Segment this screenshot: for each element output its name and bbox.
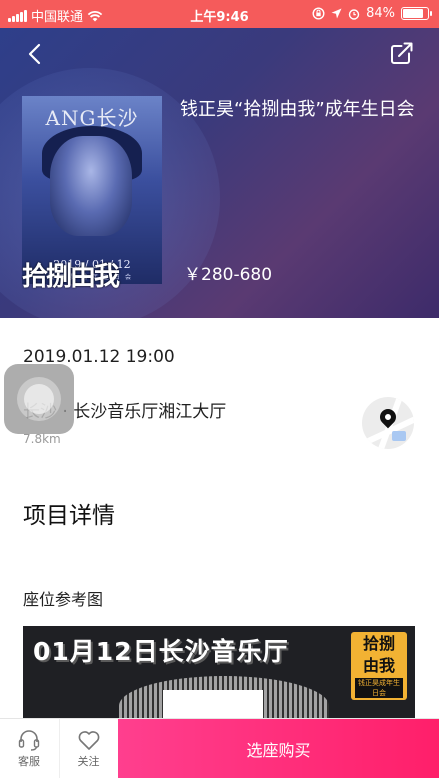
seat-map-logo-line2: 由我 bbox=[362, 656, 395, 675]
back-button[interactable] bbox=[20, 40, 48, 68]
alarm-icon bbox=[348, 8, 360, 20]
headset-icon bbox=[18, 730, 40, 751]
share-icon bbox=[391, 42, 413, 64]
battery-icon bbox=[401, 7, 432, 20]
battery-percent: 84% bbox=[366, 6, 395, 21]
share-button[interactable] bbox=[389, 40, 417, 68]
seat-map-image[interactable]: 01月12日长沙音乐厅 拾捌 由我 钱正昊成年生日会 bbox=[23, 626, 415, 726]
seat-map-logo: 拾捌 由我 钱正昊成年生日会 bbox=[351, 632, 407, 700]
venue-distance: 7.8km bbox=[23, 432, 61, 446]
status-bar: 中国联通 上午9:46 84% bbox=[0, 0, 439, 28]
seat-map-logo-line3: 钱正昊成年生日会 bbox=[355, 678, 403, 698]
select-seat-buy-button[interactable]: 选座购买 bbox=[118, 719, 439, 778]
follow-label: 关注 bbox=[77, 755, 100, 768]
heart-icon bbox=[78, 731, 99, 750]
map-pin-icon[interactable] bbox=[362, 397, 414, 449]
customer-service-button[interactable]: 客服 bbox=[0, 719, 58, 778]
assistive-touch-icon bbox=[17, 377, 61, 421]
chevron-left-icon bbox=[28, 43, 41, 65]
orientation-lock-icon bbox=[312, 7, 325, 20]
location-arrow-icon bbox=[331, 8, 342, 19]
section-title-details: 项目详情 bbox=[23, 503, 115, 529]
poster-logo: 拾捌由我 bbox=[22, 262, 120, 292]
follow-button[interactable]: 关注 bbox=[59, 719, 117, 778]
seat-map-label: 座位参考图 bbox=[23, 590, 104, 609]
event-price: ￥280-680 bbox=[184, 265, 273, 285]
seat-map-banner: 01月12日长沙音乐厅 bbox=[33, 637, 289, 666]
poster-figure-face bbox=[50, 136, 132, 236]
seat-map-logo-line1: 拾捌 bbox=[362, 634, 395, 653]
status-right: 84% bbox=[312, 6, 432, 21]
event-title: 钱正昊“拾捌由我”成年生日会 bbox=[180, 99, 415, 120]
customer-service-label: 客服 bbox=[18, 755, 40, 768]
assistive-touch-button[interactable] bbox=[4, 364, 74, 434]
event-header: ANG长沙 SHA 2019 / 01 / 12 钱正昊成年生日会 拾捌由我 钱… bbox=[0, 28, 439, 318]
bottom-action-bar: 客服 关注 选座购买 bbox=[0, 718, 439, 778]
